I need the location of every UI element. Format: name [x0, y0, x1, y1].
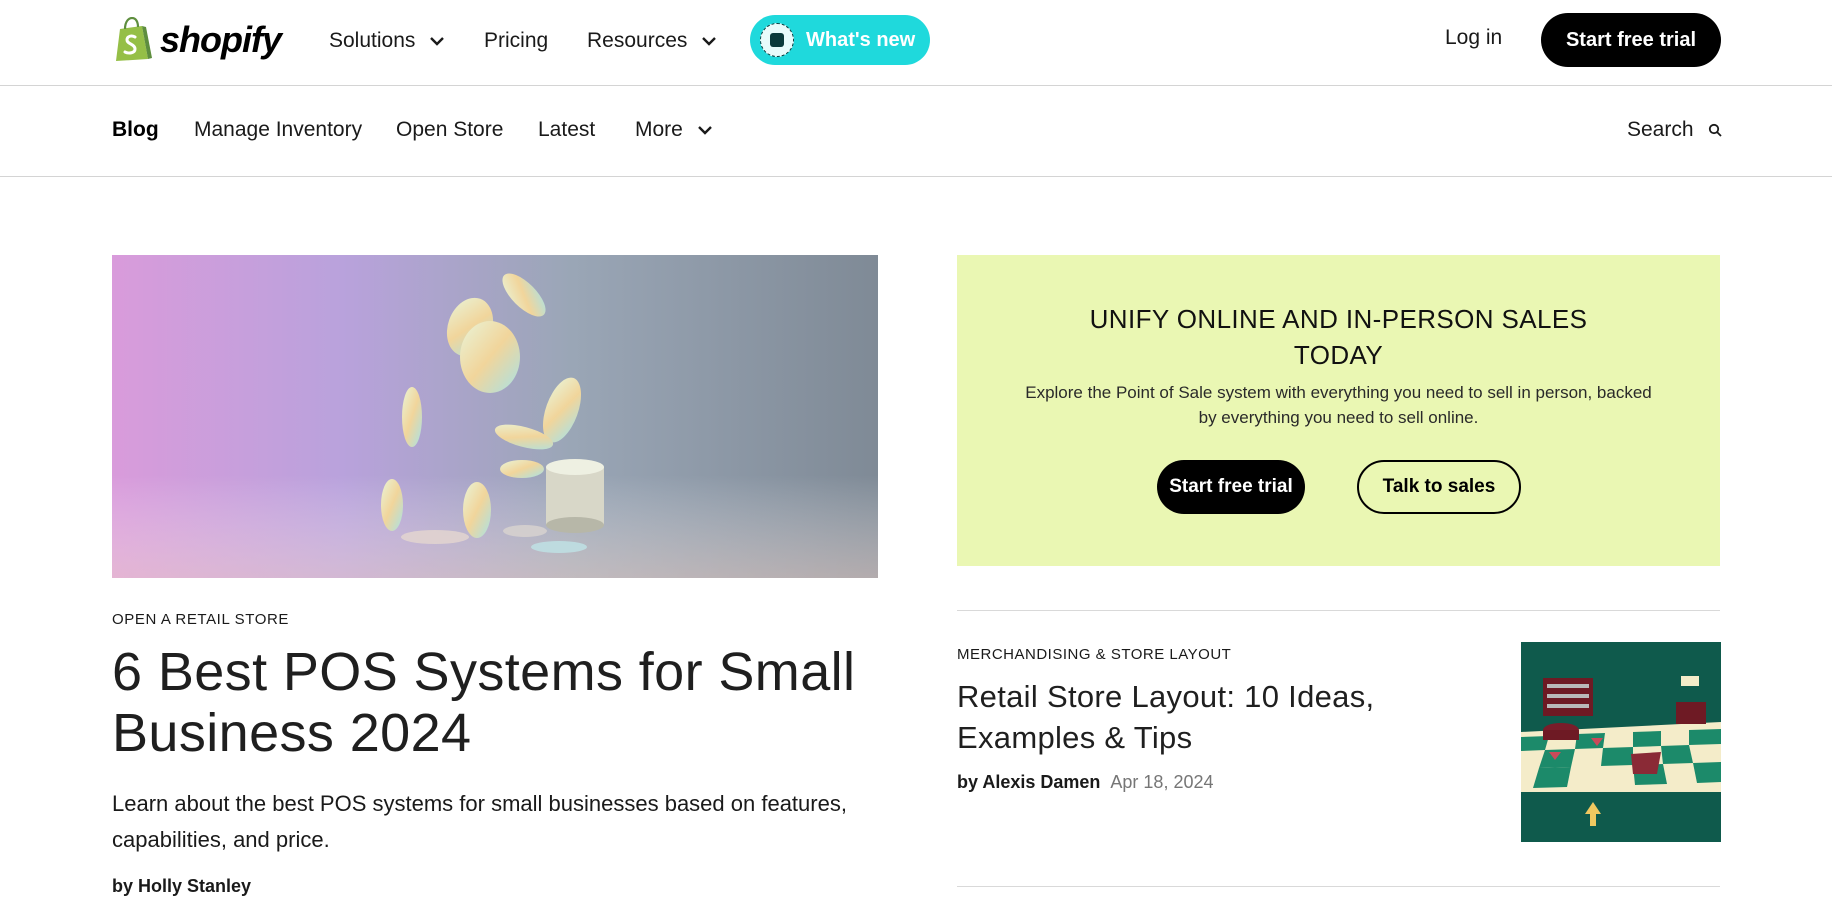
login-link[interactable]: Log in	[1445, 26, 1502, 50]
side-article-image[interactable]	[1521, 642, 1721, 842]
blog-search[interactable]: Search	[1627, 118, 1722, 142]
blog-nav-blog[interactable]: Blog	[112, 118, 159, 142]
chevron-down-icon	[429, 36, 445, 46]
nav-resources[interactable]: Resources	[587, 26, 717, 56]
nav-solutions[interactable]: Solutions	[329, 26, 445, 56]
side-article-author: by Alexis Damen	[957, 772, 1101, 792]
side-article-category[interactable]: MERCHANDISING & STORE LAYOUT	[957, 646, 1231, 663]
nav-resources-label: Resources	[587, 29, 688, 52]
promo-start-free-trial-button[interactable]: Start free trial	[1157, 460, 1305, 514]
promo-title: UNIFY ONLINE AND IN-PERSON SALES TODAY	[1089, 304, 1588, 370]
nav-solutions-label: Solutions	[329, 29, 416, 52]
whats-new-label: What's new	[806, 28, 916, 51]
hero-article-author: by Holly Stanley	[112, 876, 252, 896]
blog-nav-latest[interactable]: Latest	[538, 118, 595, 142]
promo-description: Explore the Point of Sale system with ev…	[1025, 383, 1652, 427]
chevron-down-icon	[697, 125, 713, 135]
nav-pricing-label: Pricing	[484, 29, 549, 52]
chevron-down-icon	[701, 36, 717, 46]
search-label: Search	[1627, 118, 1694, 141]
side-article-date: Apr 18, 2024	[1110, 772, 1214, 792]
side-article-meta: by Alexis Damen Apr 18, 2024	[957, 772, 1213, 793]
start-free-trial-button[interactable]: Start free trial	[1541, 13, 1721, 67]
shopify-bag-icon	[116, 17, 152, 61]
hero-article-description: Learn about the best POS systems for sma…	[112, 791, 847, 852]
top-header: shopify Solutions Pricing Resources What…	[0, 0, 1832, 86]
shopify-logo[interactable]: shopify	[112, 16, 282, 64]
whats-new-button[interactable]: What's new	[750, 15, 930, 65]
hero-article-image[interactable]	[112, 255, 878, 578]
logo-wordmark: shopify	[160, 19, 282, 60]
hero-article-category[interactable]: OPEN A RETAIL STORE	[112, 611, 289, 628]
article-divider	[957, 886, 1720, 887]
side-article-title[interactable]: Retail Store Layout: 10 Ideas, Examples …	[957, 676, 1477, 758]
search-icon	[1708, 123, 1722, 137]
article-divider	[957, 610, 1720, 611]
nav-pricing[interactable]: Pricing	[484, 26, 548, 56]
talk-to-sales-button[interactable]: Talk to sales	[1357, 460, 1521, 514]
blog-nav-manage-inventory[interactable]: Manage Inventory	[194, 118, 362, 142]
blog-nav-more-label: More	[635, 118, 683, 141]
hero-article-title[interactable]: 6 Best POS Systems for Small Business 20…	[112, 642, 872, 764]
editions-badge-icon	[760, 23, 794, 57]
blog-nav-more[interactable]: More	[635, 118, 713, 142]
blog-nav: Blog Manage Inventory Open Store Latest …	[0, 86, 1832, 177]
pos-promo-banner: UNIFY ONLINE AND IN-PERSON SALES TODAY E…	[957, 255, 1720, 566]
blog-nav-open-store[interactable]: Open Store	[396, 118, 503, 142]
